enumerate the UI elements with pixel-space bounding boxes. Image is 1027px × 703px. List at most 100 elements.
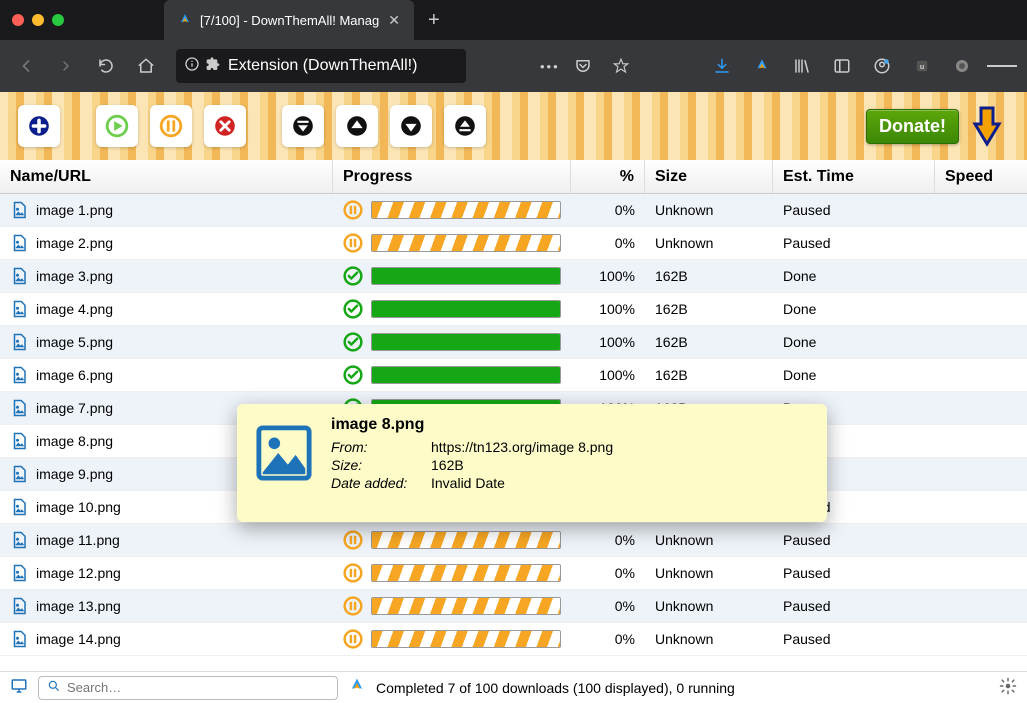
sidebar-icon[interactable]	[827, 51, 857, 81]
move-up-button[interactable]	[336, 105, 378, 147]
settings-button[interactable]	[999, 677, 1017, 698]
table-row[interactable]: image 1.png0%UnknownPaused	[0, 194, 1027, 227]
size-value: 162B	[655, 367, 688, 383]
move-top-button[interactable]	[282, 105, 324, 147]
file-name: image 10.png	[36, 499, 121, 515]
pocket-icon[interactable]	[568, 51, 598, 81]
done-icon	[343, 365, 363, 385]
cancel-button[interactable]	[204, 105, 246, 147]
window-minimize[interactable]	[32, 14, 44, 26]
paused-icon	[343, 563, 363, 583]
library-icon[interactable]	[787, 51, 817, 81]
window-zoom[interactable]	[52, 14, 64, 26]
file-name: image 4.png	[36, 301, 113, 317]
menu-button[interactable]	[987, 51, 1017, 81]
done-icon	[343, 332, 363, 352]
col-progress-header[interactable]: Progress	[333, 160, 571, 193]
dta-toolbar: Donate!	[0, 92, 1027, 160]
tooltip-size-value: 162B	[431, 457, 464, 473]
pct-value: 0%	[615, 565, 635, 581]
file-image-icon	[10, 498, 28, 516]
est-value: Paused	[783, 235, 830, 251]
account-icon[interactable]	[867, 51, 897, 81]
paused-icon	[343, 530, 363, 550]
pause-button[interactable]	[150, 105, 192, 147]
bookmark-star-icon[interactable]	[606, 51, 636, 81]
table-row[interactable]: image 3.png 100% 162B Done	[0, 260, 1027, 293]
nav-back-button[interactable]	[10, 50, 42, 82]
pct-value: 100%	[599, 301, 635, 317]
col-est-header[interactable]: Est. Time	[773, 160, 935, 193]
col-name-header[interactable]: Name/URL	[0, 160, 333, 193]
move-bottom-button[interactable]	[444, 105, 486, 147]
col-size-header[interactable]: Size	[645, 160, 773, 193]
pct-value: 0%	[615, 532, 635, 548]
file-image-icon	[10, 234, 28, 252]
new-tab-button[interactable]: +	[414, 0, 454, 40]
table-row[interactable]: image 12.png0%UnknownPaused	[0, 557, 1027, 590]
file-name: image 8.png	[36, 433, 113, 449]
url-bar[interactable]: Extension (DownThemAll!)	[176, 49, 466, 83]
add-download-button[interactable]	[18, 105, 60, 147]
size-value: 162B	[655, 334, 688, 350]
downthemall-icon	[178, 13, 192, 27]
table-row[interactable]: image 11.png0%UnknownPaused	[0, 524, 1027, 557]
table-row[interactable]: image 14.png0%UnknownPaused	[0, 623, 1027, 656]
progress-bar	[371, 531, 561, 549]
tooltip-image-icon	[255, 424, 313, 482]
col-speed-header[interactable]: Speed	[935, 160, 1027, 193]
progress-bar	[371, 564, 561, 582]
progress-bar	[371, 300, 561, 318]
file-name: image 12.png	[36, 565, 121, 581]
status-bar: Completed 7 of 100 downloads (100 displa…	[0, 671, 1027, 703]
size-value: 162B	[655, 268, 688, 284]
status-text: Completed 7 of 100 downloads (100 displa…	[376, 680, 735, 696]
table-row[interactable]: image 4.png100%162BDone	[0, 293, 1027, 326]
downloads-icon[interactable]	[707, 51, 737, 81]
tab-close-button[interactable]: ✕	[388, 12, 400, 29]
table-row[interactable]: image 5.png100%162BDone	[0, 326, 1027, 359]
titlebar: [7/100] - DownThemAll! Manag ✕ +	[0, 0, 1027, 40]
page-actions-icon[interactable]: •••	[540, 59, 560, 74]
search-input[interactable]	[67, 680, 329, 695]
home-button[interactable]	[130, 50, 162, 82]
pct-value: 100%	[599, 268, 635, 284]
extension-icon	[206, 56, 222, 77]
file-name: image 7.png	[36, 400, 113, 416]
pct-value: 100%	[599, 334, 635, 350]
table-row[interactable]: image 6.png100%162BDone	[0, 359, 1027, 392]
tooltip-date-value: Invalid Date	[431, 475, 505, 491]
progress-bar	[371, 267, 561, 285]
paused-icon	[343, 596, 363, 616]
progress-bar	[371, 366, 561, 384]
table-row[interactable]: image 2.png0%UnknownPaused	[0, 227, 1027, 260]
size-value: 162B	[655, 301, 688, 317]
file-name: image 3.png	[36, 268, 113, 284]
profile-icon[interactable]	[947, 51, 977, 81]
resume-button[interactable]	[96, 105, 138, 147]
move-down-button[interactable]	[390, 105, 432, 147]
file-name: image 11.png	[36, 532, 120, 548]
browser-tab-active[interactable]: [7/100] - DownThemAll! Manag ✕	[164, 0, 414, 40]
col-pct-header[interactable]: %	[571, 160, 645, 193]
downthemall-toolbar-icon[interactable]	[747, 51, 777, 81]
size-value: Unknown	[655, 631, 713, 647]
pct-value: 0%	[615, 202, 635, 218]
progress-bar	[371, 234, 561, 252]
file-image-icon	[10, 267, 28, 285]
svg-text:u: u	[920, 62, 925, 71]
search-icon	[47, 679, 61, 696]
nav-forward-button[interactable]	[50, 50, 82, 82]
reload-button[interactable]	[90, 50, 122, 82]
navbar: Extension (DownThemAll!) •••	[0, 40, 1027, 92]
donate-button[interactable]: Donate!	[866, 109, 959, 144]
search-box[interactable]	[38, 676, 338, 700]
table-row[interactable]: image 13.png0%UnknownPaused	[0, 590, 1027, 623]
tooltip-title: image 8.png	[331, 416, 809, 434]
window-close[interactable]	[12, 14, 24, 26]
shield-icon[interactable]: u	[907, 51, 937, 81]
file-name: image 5.png	[36, 334, 113, 350]
est-value: Done	[783, 268, 816, 284]
monitor-icon[interactable]	[10, 677, 28, 698]
done-icon	[343, 299, 363, 319]
